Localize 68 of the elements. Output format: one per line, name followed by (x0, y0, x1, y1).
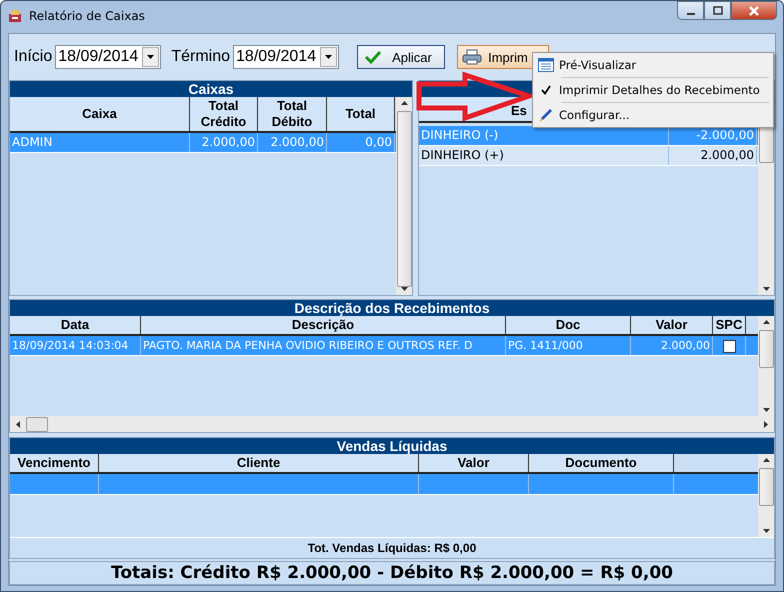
scroll-down-icon[interactable] (762, 287, 770, 291)
column-header[interactable]: Vencimento (10, 454, 99, 472)
scrollbar[interactable] (396, 97, 412, 295)
start-label: Início (14, 48, 52, 66)
printer-icon (462, 49, 482, 65)
column-header[interactable]: Total (327, 97, 395, 131)
scrollbar[interactable] (758, 454, 774, 537)
column-header[interactable]: Caixa (10, 97, 190, 131)
scroll-up-icon[interactable] (762, 458, 770, 462)
end-label: Término (171, 48, 230, 66)
list-icon (538, 58, 554, 72)
table-cell: 2.000,00 (190, 133, 258, 152)
table-cell: 0,00 (327, 133, 395, 152)
column-header[interactable]: Valor (419, 454, 529, 472)
menu-item[interactable]: Configurar... (535, 105, 771, 125)
scroll-down-icon[interactable] (762, 408, 770, 412)
scroll-left-icon[interactable] (16, 420, 20, 428)
window-title: Relatório de Caixas (29, 9, 145, 23)
menu-item[interactable]: Pré-Visualizar (535, 55, 771, 75)
end-date-field[interactable]: 18/09/2014 (233, 45, 340, 69)
column-header[interactable]: SPC (713, 316, 746, 334)
scrollbar-thumb[interactable] (758, 468, 774, 506)
scrollbar-thumb[interactable] (758, 330, 774, 368)
table-row[interactable] (10, 474, 758, 495)
panel-title: Descrição dos Recebimentos (10, 300, 774, 316)
maximize-icon (712, 6, 722, 16)
start-date-field[interactable]: 18/09/2014 (55, 45, 162, 69)
scroll-down-icon[interactable] (762, 529, 770, 533)
table-cell: 2.000,00 (669, 146, 757, 165)
table-cell: PG. 1411/000 (506, 336, 631, 355)
maximize-button[interactable] (704, 1, 731, 20)
column-header[interactable]: Total Débito (258, 97, 327, 131)
menu-item[interactable]: Imprimir Detalhes do Recebimento (535, 80, 771, 100)
table-cell: PAGTO. MARIA DA PENHA OVIDIO RIBEIRO E OUTROS REF. D (141, 336, 506, 355)
column-header[interactable]: Documento (529, 454, 674, 472)
minimize-button[interactable] (677, 1, 704, 20)
column-header[interactable]: Valor (631, 316, 713, 334)
grand-totals: Totais: Crédito R$ 2.000,00 - Débito R$ 2.000,00 = R$ 0,00 (111, 563, 673, 583)
panel-title: Caixas (10, 81, 412, 97)
pencil-icon (538, 107, 554, 123)
panel-title: Vendas Líquidas (10, 438, 774, 454)
column-header[interactable]: Total Crédito (190, 97, 258, 131)
dropdown-arrow-icon[interactable] (325, 55, 332, 59)
column-header[interactable]: Doc (506, 316, 631, 334)
table-cell: DINHEIRO (+) (419, 146, 669, 165)
net-sales-total: Tot. Vendas Líquidas: R$ 0,00 (308, 541, 476, 555)
table-cell: ADMIN (10, 133, 190, 152)
close-icon (748, 4, 760, 16)
checkmark-icon (364, 50, 382, 64)
scrollbar-thumb[interactable] (26, 416, 48, 432)
scroll-up-icon[interactable] (762, 320, 770, 324)
column-header[interactable]: Cliente (99, 454, 419, 472)
table-cell: 2.000,00 (631, 336, 713, 355)
column-header[interactable]: Descrição (141, 316, 506, 334)
dropdown-arrow-icon[interactable] (147, 55, 154, 59)
column-header[interactable]: Data (10, 316, 141, 334)
table-cell: 2.000,00 (258, 133, 327, 152)
table-cell: 18/09/2014 14:03:04 (10, 336, 141, 355)
close-button[interactable] (731, 1, 777, 20)
scrollbar[interactable] (758, 316, 774, 416)
apply-button[interactable]: Aplicar (357, 45, 446, 69)
scroll-right-icon[interactable] (764, 420, 768, 428)
minimize-icon (686, 12, 694, 14)
checkbox[interactable] (722, 340, 736, 352)
scrollbar[interactable] (10, 416, 774, 432)
scrollbar-thumb[interactable] (396, 111, 412, 287)
cash-register-icon (7, 8, 23, 24)
scroll-up-icon[interactable] (400, 101, 408, 105)
